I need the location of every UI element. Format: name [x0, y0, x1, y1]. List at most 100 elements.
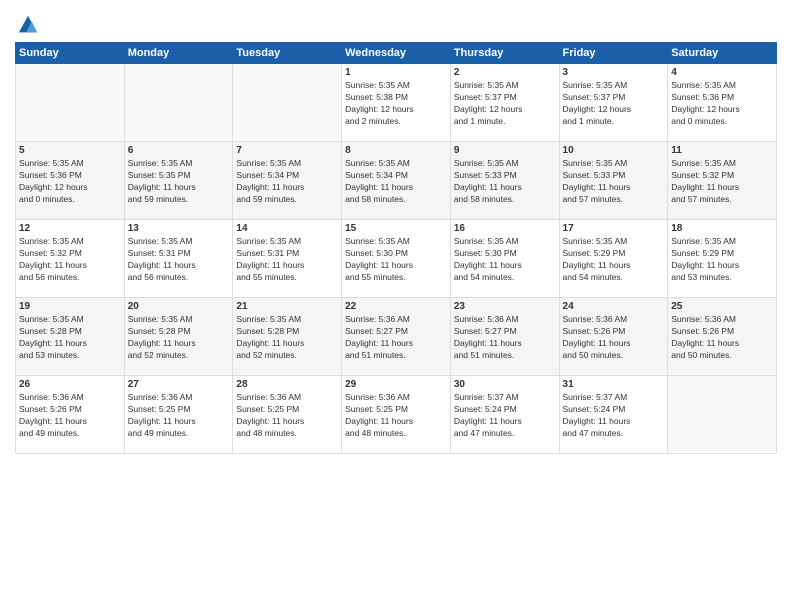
day-cell: 14Sunrise: 5:35 AMSunset: 5:31 PMDayligh… — [233, 220, 342, 298]
cell-content: Sunrise: 5:35 AMSunset: 5:38 PMDaylight:… — [345, 80, 447, 128]
cell-line: Sunset: 5:30 PM — [454, 248, 556, 260]
logo — [15, 14, 39, 36]
day-number: 11 — [671, 145, 773, 156]
cell-line: Sunrise: 5:36 AM — [128, 392, 230, 404]
cell-line: and 50 minutes. — [671, 350, 773, 362]
day-number: 23 — [454, 301, 556, 312]
cell-line: Sunrise: 5:36 AM — [236, 392, 338, 404]
day-number: 17 — [563, 223, 665, 234]
cell-content: Sunrise: 5:35 AMSunset: 5:28 PMDaylight:… — [19, 314, 121, 362]
cell-content: Sunrise: 5:36 AMSunset: 5:27 PMDaylight:… — [345, 314, 447, 362]
cell-line: and 56 minutes. — [19, 272, 121, 284]
day-cell: 9Sunrise: 5:35 AMSunset: 5:33 PMDaylight… — [450, 142, 559, 220]
day-number: 12 — [19, 223, 121, 234]
header-cell-sunday: Sunday — [16, 43, 125, 64]
cell-line: Sunset: 5:34 PM — [345, 170, 447, 182]
day-number: 19 — [19, 301, 121, 312]
day-cell: 20Sunrise: 5:35 AMSunset: 5:28 PMDayligh… — [124, 298, 233, 376]
cell-line: Sunrise: 5:35 AM — [128, 158, 230, 170]
cell-line: Sunset: 5:25 PM — [128, 404, 230, 416]
cell-line: Sunset: 5:32 PM — [671, 170, 773, 182]
cell-content: Sunrise: 5:36 AMSunset: 5:27 PMDaylight:… — [454, 314, 556, 362]
day-number: 27 — [128, 379, 230, 390]
day-number: 24 — [563, 301, 665, 312]
cell-line: Sunset: 5:37 PM — [563, 92, 665, 104]
cell-line: Sunrise: 5:35 AM — [563, 158, 665, 170]
cell-line: and 47 minutes. — [454, 428, 556, 440]
day-cell — [233, 64, 342, 142]
week-row-4: 19 Sunrise: 5:35 AMSunset: 5:28 PMDayligh… — [16, 298, 777, 376]
week-row-2: 5Sunrise: 5:35 AMSunset: 5:36 PMDaylight… — [16, 142, 777, 220]
cell-line: Sunrise: 5:35 AM — [128, 314, 230, 326]
cell-content: Sunrise: 5:35 AMSunset: 5:34 PMDaylight:… — [236, 158, 338, 206]
cell-line: and 48 minutes. — [345, 428, 447, 440]
cell-line: Sunrise: 5:35 AM — [345, 158, 447, 170]
cell-content: Sunrise: 5:36 AMSunset: 5:26 PMDaylight:… — [563, 314, 665, 362]
day-cell: 21Sunrise: 5:35 AMSunset: 5:28 PMDayligh… — [233, 298, 342, 376]
cell-line: and 54 minutes. — [563, 272, 665, 284]
cell-line: Sunset: 5:36 PM — [671, 92, 773, 104]
cell-content: Sunrise: 5:37 AMSunset: 5:24 PMDaylight:… — [563, 392, 665, 440]
day-number: 15 — [345, 223, 447, 234]
cell-line: and 51 minutes. — [454, 350, 556, 362]
day-number: 22 — [345, 301, 447, 312]
cell-content: Sunrise: 5:35 AMSunset: 5:37 PMDaylight:… — [563, 80, 665, 128]
day-cell — [16, 64, 125, 142]
cell-line: Sunrise: 5:37 AM — [563, 392, 665, 404]
day-cell — [124, 64, 233, 142]
cell-line: and 49 minutes. — [19, 428, 121, 440]
cell-line: Sunset: 5:26 PM — [19, 404, 121, 416]
cell-line: and 59 minutes. — [128, 194, 230, 206]
day-cell: 6Sunrise: 5:35 AMSunset: 5:35 PMDaylight… — [124, 142, 233, 220]
day-number: 5 — [19, 145, 121, 156]
cell-line: Sunset: 5:29 PM — [563, 248, 665, 260]
cell-line: and 50 minutes. — [563, 350, 665, 362]
cell-line: and 55 minutes. — [345, 272, 447, 284]
week-row-3: 12Sunrise: 5:35 AMSunset: 5:32 PMDayligh… — [16, 220, 777, 298]
day-cell: 7Sunrise: 5:35 AMSunset: 5:34 PMDaylight… — [233, 142, 342, 220]
cell-content: Sunrise: 5:35 AMSunset: 5:28 PMDaylight:… — [236, 314, 338, 362]
header-cell-thursday: Thursday — [450, 43, 559, 64]
cell-line: Daylight: 11 hours — [563, 260, 665, 272]
cell-line: Sunrise: 5:35 AM — [19, 158, 121, 170]
cell-line: Daylight: 12 hours — [454, 104, 556, 116]
cell-line: and 47 minutes. — [563, 428, 665, 440]
cell-line: Sunrise: 5:35 AM — [671, 80, 773, 92]
cell-line: Daylight: 12 hours — [671, 104, 773, 116]
day-cell: 29Sunrise: 5:36 AMSunset: 5:25 PMDayligh… — [342, 376, 451, 454]
cell-line: Daylight: 11 hours — [454, 416, 556, 428]
day-cell: 30Sunrise: 5:37 AMSunset: 5:24 PMDayligh… — [450, 376, 559, 454]
cell-line: Daylight: 11 hours — [236, 338, 338, 350]
cell-line: Daylight: 11 hours — [563, 416, 665, 428]
cell-line: Sunset: 5:30 PM — [345, 248, 447, 260]
cell-line: Sunset: 5:27 PM — [454, 326, 556, 338]
cell-line: Sunset: 5:33 PM — [454, 170, 556, 182]
day-cell: 13Sunrise: 5:35 AMSunset: 5:31 PMDayligh… — [124, 220, 233, 298]
cell-line: Sunset: 5:33 PM — [563, 170, 665, 182]
cell-line: Daylight: 11 hours — [128, 338, 230, 350]
page: SundayMondayTuesdayWednesdayThursdayFrid… — [0, 0, 792, 612]
cell-line: Sunset: 5:38 PM — [345, 92, 447, 104]
cell-line: Daylight: 11 hours — [345, 338, 447, 350]
cell-line: Sunset: 5:25 PM — [345, 404, 447, 416]
day-number: 29 — [345, 379, 447, 390]
cell-content: Sunrise: 5:35 AMSunset: 5:30 PMDaylight:… — [454, 236, 556, 284]
cell-line: Sunset: 5:24 PM — [563, 404, 665, 416]
day-number: 6 — [128, 145, 230, 156]
cell-line: Daylight: 11 hours — [345, 260, 447, 272]
header-cell-tuesday: Tuesday — [233, 43, 342, 64]
day-cell: 26Sunrise: 5:36 AMSunset: 5:26 PMDayligh… — [16, 376, 125, 454]
cell-line: and 52 minutes. — [236, 350, 338, 362]
day-number: 2 — [454, 67, 556, 78]
cell-line: and 53 minutes. — [19, 350, 121, 362]
cell-line: and 52 minutes. — [128, 350, 230, 362]
cell-line: Daylight: 11 hours — [236, 416, 338, 428]
cell-line: Sunrise: 5:35 AM — [454, 158, 556, 170]
cell-line: Sunrise: 5:35 AM — [236, 158, 338, 170]
cell-line: Daylight: 11 hours — [128, 416, 230, 428]
day-number: 13 — [128, 223, 230, 234]
cell-line: and 0 minutes. — [19, 194, 121, 206]
cell-content: Sunrise: 5:35 AMSunset: 5:30 PMDaylight:… — [345, 236, 447, 284]
day-cell: 4Sunrise: 5:35 AMSunset: 5:36 PMDaylight… — [668, 64, 777, 142]
header-cell-wednesday: Wednesday — [342, 43, 451, 64]
